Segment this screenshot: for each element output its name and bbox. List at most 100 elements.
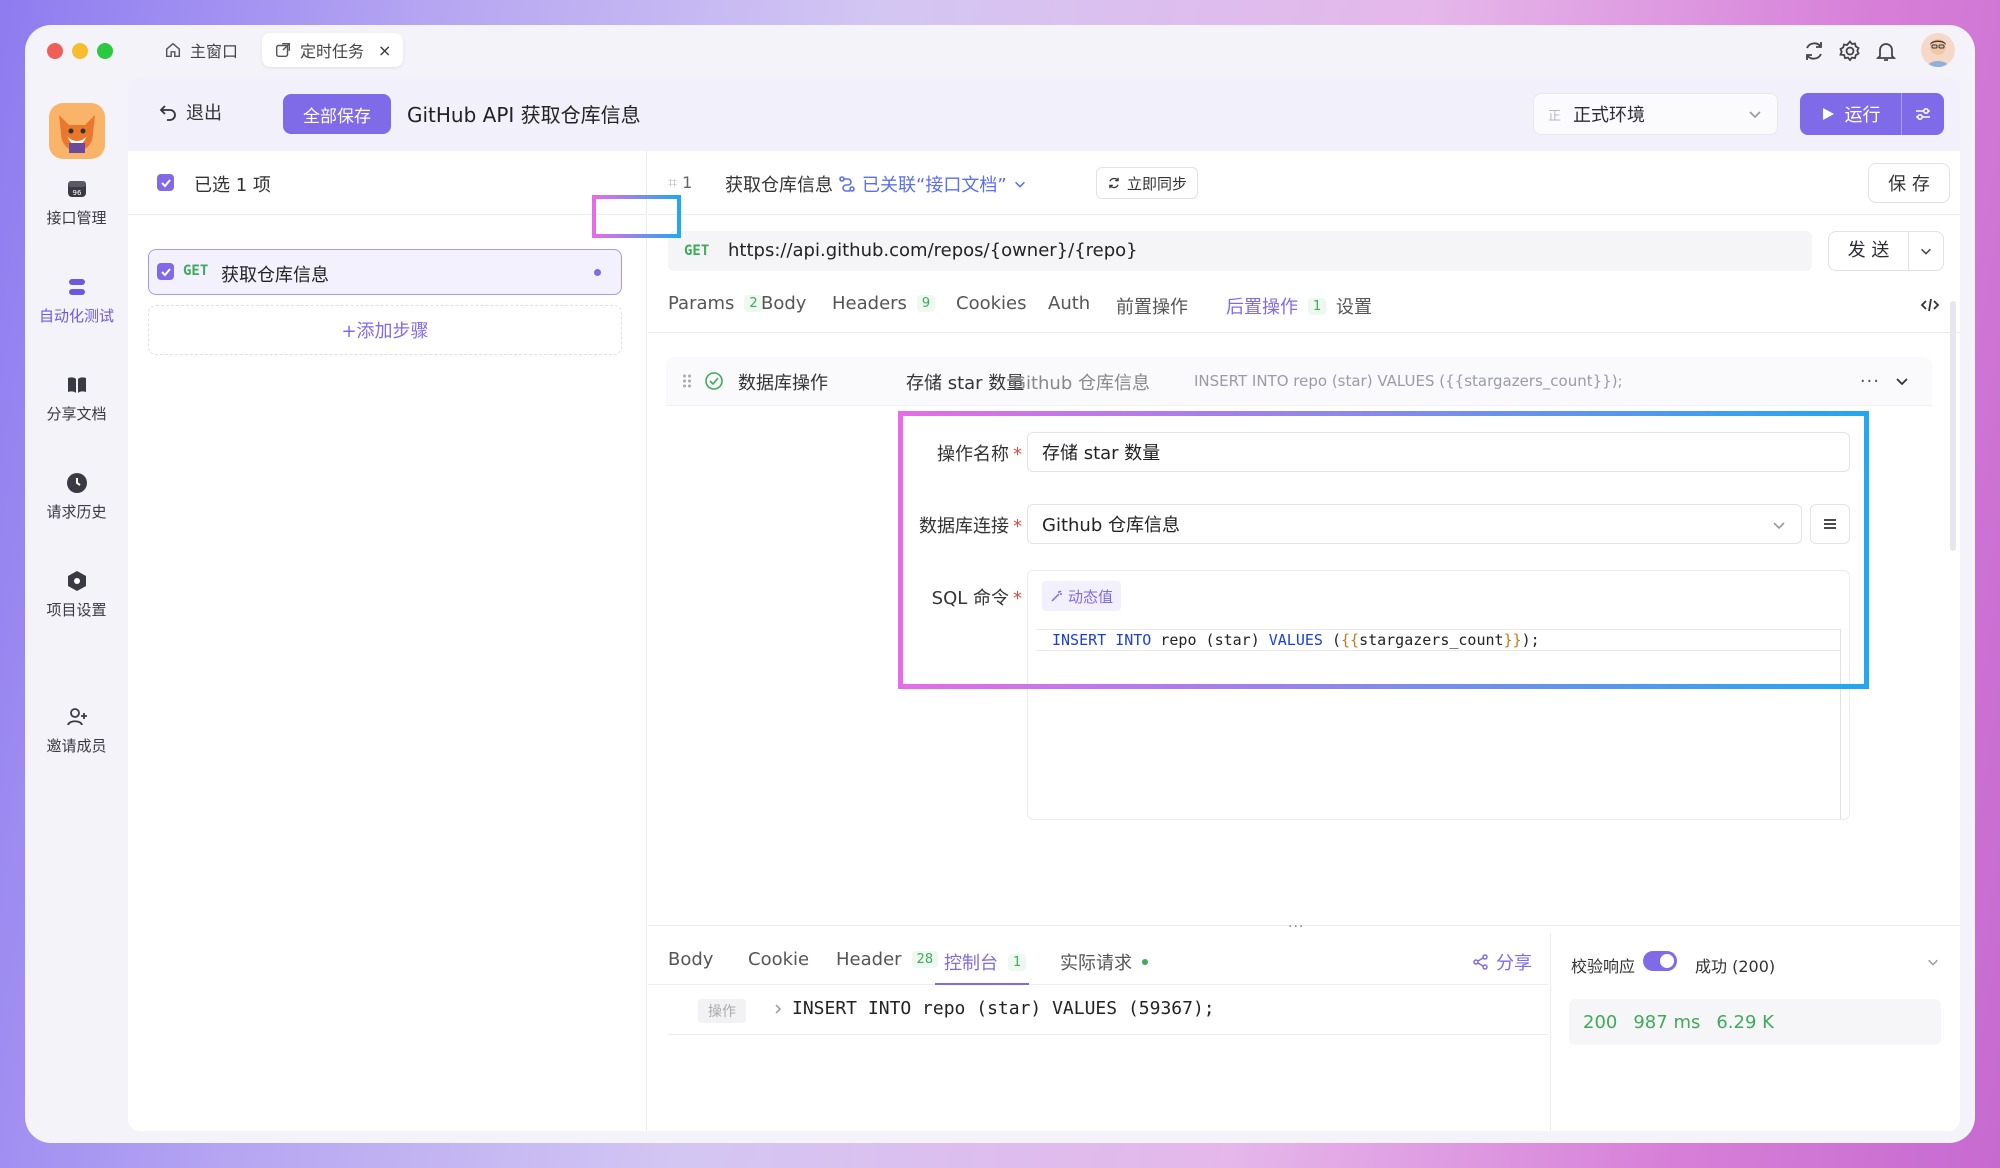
env-label: 正式环境	[1573, 105, 1646, 126]
svg-text:96: 96	[72, 189, 81, 197]
minimize-window-button[interactable]	[72, 43, 88, 59]
validate-response-toggle[interactable]	[1643, 951, 1677, 971]
sidebar-item-api-management[interactable]: 96 接口管理	[25, 177, 128, 228]
share-button[interactable]: 分享	[1472, 949, 1532, 975]
status-dot	[1142, 959, 1148, 965]
tab-params[interactable]: Params 2	[668, 293, 763, 314]
settings-hex-icon	[67, 571, 86, 591]
step-name: 获取仓库信息	[221, 265, 329, 286]
chevron-down-icon	[1921, 248, 1931, 255]
step-item[interactable]: GET 获取仓库信息	[148, 249, 622, 295]
close-window-button[interactable]	[47, 43, 63, 59]
db-operation-header[interactable]: 数据库操作 存储 star 数量 Github 仓库信息 INSERT INTO…	[666, 357, 1932, 405]
response-status-select[interactable]: 成功 (200)	[1695, 953, 1775, 977]
save-all-button[interactable]: 全部保存	[283, 94, 391, 134]
tab-console[interactable]: 控制台 1	[944, 949, 1027, 975]
tab-actual-request[interactable]: 实际请求	[1060, 949, 1148, 975]
home-icon	[165, 42, 181, 58]
bell-icon[interactable]	[1874, 39, 1898, 63]
chevron-down-icon	[1749, 111, 1761, 119]
check-icon	[160, 267, 171, 276]
tab-settings[interactable]: 设置	[1336, 293, 1372, 319]
selection-bar: 已选 1 项	[128, 151, 646, 215]
refresh-icon[interactable]	[1802, 39, 1826, 63]
highlight-db-form	[898, 411, 1869, 689]
db-operation-conn-summary: Github 仓库信息	[1012, 373, 1150, 394]
tab-cookies[interactable]: Cookies	[956, 293, 1026, 314]
response-summary: 校验响应 成功 (200) 200 987 ms 6.29 K	[1550, 933, 1960, 1131]
share-label: 分享	[1496, 953, 1532, 974]
sidebar: 96 接口管理 自动化测试 分享文档 请求历史 项目设置 邀请成员	[25, 77, 128, 1143]
tab-headers[interactable]: Headers 9	[832, 293, 936, 314]
sidebar-item-automation-test[interactable]: 自动化测试	[25, 275, 128, 326]
step-title: 获取仓库信息	[725, 175, 833, 196]
code-icon[interactable]	[1920, 295, 1940, 315]
log-tag: 操作	[698, 999, 746, 1023]
sidebar-item-share-docs[interactable]: 分享文档	[25, 373, 128, 424]
save-button[interactable]: 保 存	[1868, 163, 1950, 203]
page-title: GitHub API 获取仓库信息	[407, 103, 641, 127]
sidebar-item-request-history[interactable]: 请求历史	[25, 471, 128, 522]
selected-count: 已选 1 项	[194, 175, 271, 196]
tab-label: 定时任务	[300, 42, 365, 61]
run-button-group: 运行	[1800, 93, 1944, 135]
response-tabs: Body Cookie Header 28 控制台 1 实际请求 分享	[648, 933, 1548, 985]
tab-response-cookie[interactable]: Cookie	[748, 949, 809, 970]
console-log-row[interactable]: 操作 INSERT INTO repo (star) VALUES (59367…	[668, 987, 1548, 1035]
avatar[interactable]	[1921, 33, 1955, 67]
chevron-right-icon[interactable]	[772, 1003, 784, 1015]
sidebar-item-label: 请求历史	[46, 503, 107, 521]
linked-doc-dropdown[interactable]: 已关联“接口文档”	[838, 171, 1027, 197]
run-options-button[interactable]	[1902, 104, 1944, 124]
env-badge: 正	[1548, 108, 1562, 124]
sidebar-item-project-settings[interactable]: 项目设置	[25, 569, 128, 620]
add-step-button[interactable]: +添加步骤	[148, 305, 622, 355]
sidebar-item-label: 分享文档	[46, 405, 107, 423]
sidebar-item-label: 邀请成员	[46, 737, 107, 755]
select-all-checkbox[interactable]	[157, 174, 174, 191]
drag-handle-icon[interactable]	[682, 373, 692, 389]
send-options-button[interactable]	[1909, 244, 1943, 258]
sidebar-item-invite-members[interactable]: 邀请成员	[25, 705, 128, 756]
chevron-down-icon	[1014, 181, 1025, 188]
chevron-down-icon[interactable]	[1894, 373, 1910, 389]
tab-post-processors[interactable]: 后置操作 1	[1226, 293, 1327, 319]
close-tab-icon[interactable]: ×	[378, 41, 391, 60]
highlight-post-processor-tab	[592, 195, 681, 238]
step-number: ⌗ 1	[668, 173, 693, 192]
clock-icon	[66, 473, 87, 493]
app-logo	[49, 103, 105, 159]
send-button[interactable]: 发 送	[1829, 232, 1909, 270]
step-method: GET	[183, 263, 209, 279]
tab-label: 主窗口	[190, 42, 239, 61]
sync-now-button[interactable]: 立即同步	[1096, 167, 1199, 199]
db-operation-name-summary: 存储 star 数量	[906, 373, 1025, 394]
run-button[interactable]: 运行	[1800, 93, 1902, 135]
tab-response-header[interactable]: Header 28	[836, 949, 939, 970]
sidebar-item-label: 接口管理	[46, 209, 107, 227]
automation-icon	[68, 279, 85, 295]
tab-body[interactable]: Body	[761, 293, 806, 314]
check-circle-icon[interactable]	[704, 371, 724, 391]
sidebar-item-label: 自动化测试	[38, 307, 114, 325]
url-input[interactable]: GET https://api.github.com/repos/{owner}…	[668, 231, 1812, 271]
tab-scheduled-task[interactable]: 定时任务 ×	[262, 33, 404, 67]
external-window-icon	[275, 42, 291, 58]
chevron-down-icon[interactable]	[1926, 955, 1940, 969]
tab-pre-processors[interactable]: 前置操作	[1116, 293, 1188, 319]
exit-button[interactable]: 退出	[158, 99, 222, 125]
active-tab-underline	[935, 983, 1029, 985]
tab-auth[interactable]: Auth	[1048, 293, 1090, 314]
more-options-icon[interactable]: ···	[1860, 371, 1880, 392]
check-icon	[160, 178, 171, 187]
maximize-window-button[interactable]	[97, 43, 113, 59]
step-checkbox[interactable]	[157, 263, 174, 280]
user-add-icon	[66, 708, 87, 726]
gear-icon[interactable]	[1838, 39, 1862, 63]
send-button-group: 发 送	[1828, 231, 1944, 271]
scrollbar[interactable]	[1950, 301, 1956, 551]
tab-main-window[interactable]: 主窗口	[152, 33, 250, 67]
environment-select[interactable]: 正 正式环境	[1533, 93, 1778, 135]
tab-response-body[interactable]: Body	[668, 949, 713, 970]
request-url: https://api.github.com/repos/{owner}/{re…	[728, 240, 1138, 261]
